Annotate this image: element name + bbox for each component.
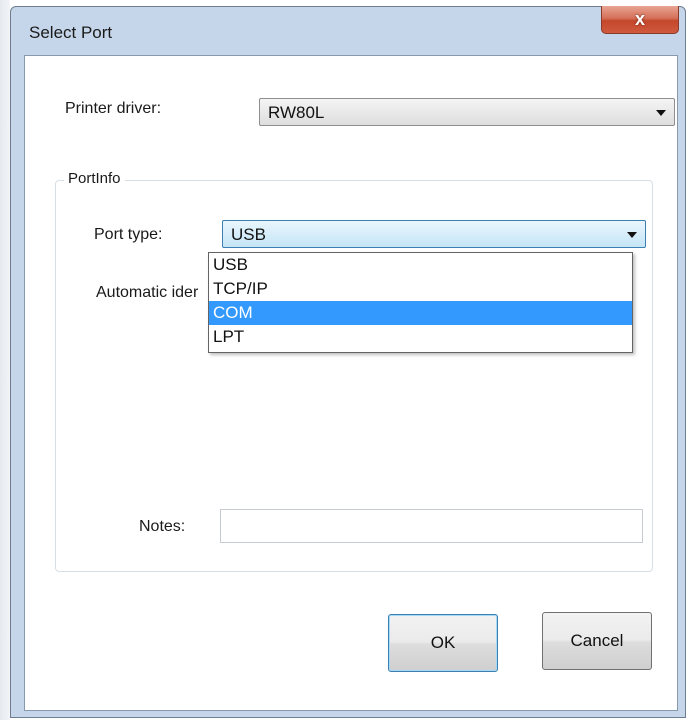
port-info-legend: PortInfo (64, 170, 125, 187)
close-icon: x (634, 9, 645, 29)
ok-button[interactable]: OK (388, 614, 498, 672)
printer-driver-value: RW80L (268, 103, 325, 122)
printer-driver-label: Printer driver: (65, 100, 162, 117)
select-port-dialog: Select Port x Printer driver: RW80L Port… (10, 6, 686, 718)
port-type-dropdown-list: USB TCP/IP COM LPT (208, 252, 633, 353)
dialog-title: Select Port (29, 23, 113, 42)
close-button[interactable]: x (601, 6, 679, 34)
port-type-label: Port type: (94, 226, 163, 243)
printer-driver-select[interactable]: RW80L (259, 98, 675, 126)
chevron-down-icon (627, 232, 637, 238)
notes-input[interactable] (220, 509, 643, 543)
chevron-down-icon (656, 110, 666, 116)
dropdown-option-com[interactable]: COM (209, 301, 632, 325)
automatic-identify-label: Automatic ider (96, 284, 199, 301)
dialog-client-area: Printer driver: RW80L PortInfo Port type… (24, 55, 678, 711)
port-type-value: USB (231, 225, 266, 244)
background-window-edge (0, 0, 10, 720)
dropdown-option-lpt[interactable]: LPT (209, 325, 632, 349)
cancel-button[interactable]: Cancel (542, 612, 652, 670)
port-type-select[interactable]: USB (222, 220, 646, 248)
dropdown-option-usb[interactable]: USB (209, 253, 632, 277)
notes-label: Notes: (139, 518, 186, 535)
dropdown-option-tcpip[interactable]: TCP/IP (209, 277, 632, 301)
